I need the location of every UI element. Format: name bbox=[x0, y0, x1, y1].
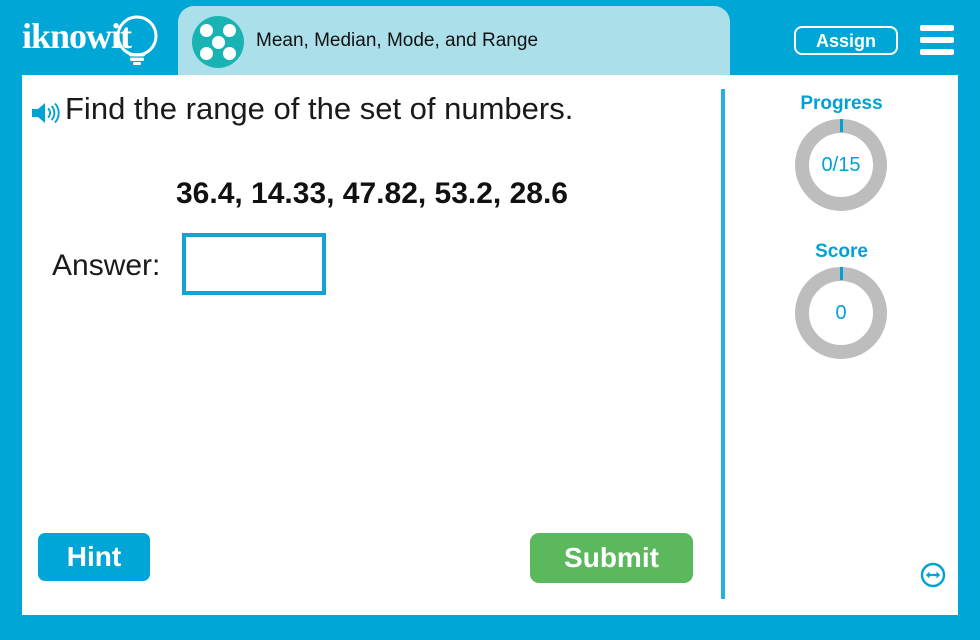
app-window: iknowit Mean, Median, Mode, and Range As… bbox=[0, 0, 980, 640]
hint-button[interactable]: Hint bbox=[38, 533, 150, 581]
lightbulb-icon bbox=[116, 15, 158, 65]
submit-button[interactable]: Submit bbox=[530, 533, 693, 583]
answer-row: Answer: bbox=[52, 233, 412, 299]
resize-horizontal-icon[interactable] bbox=[920, 562, 946, 588]
page-title: Mean, Median, Mode, and Range bbox=[256, 30, 539, 51]
dot bbox=[200, 24, 213, 37]
subject-title-pill: Mean, Median, Mode, and Range bbox=[178, 6, 730, 75]
dot bbox=[211, 35, 225, 49]
dot bbox=[223, 24, 236, 37]
progress-value: 0/15 bbox=[821, 154, 861, 176]
hamburger-menu-icon[interactable] bbox=[920, 25, 954, 55]
answer-label: Answer: bbox=[52, 249, 161, 282]
assign-button[interactable]: Assign bbox=[794, 26, 898, 55]
menu-bar bbox=[920, 37, 954, 43]
score-label: Score bbox=[815, 241, 868, 262]
number-set: 36.4, 14.33, 47.82, 53.2, 28.6 bbox=[176, 177, 568, 210]
score-value: 0 bbox=[835, 302, 847, 324]
speaker-icon[interactable] bbox=[31, 100, 61, 126]
menu-bar bbox=[920, 25, 954, 31]
content-panel: Find the range of the set of numbers. 36… bbox=[22, 75, 958, 615]
dot bbox=[200, 47, 213, 60]
dot bbox=[223, 47, 236, 60]
menu-bar bbox=[920, 49, 954, 55]
answer-input[interactable] bbox=[182, 233, 326, 295]
question-prompt: Find the range of the set of numbers. bbox=[65, 91, 574, 126]
status-rail: Progress 0/15 Score 0 bbox=[725, 75, 958, 615]
iknowit-logo[interactable]: iknowit bbox=[22, 10, 172, 66]
five-dots-circle-icon bbox=[192, 16, 244, 68]
app-header: iknowit Mean, Median, Mode, and Range As… bbox=[0, 0, 980, 75]
progress-label: Progress bbox=[800, 93, 883, 114]
